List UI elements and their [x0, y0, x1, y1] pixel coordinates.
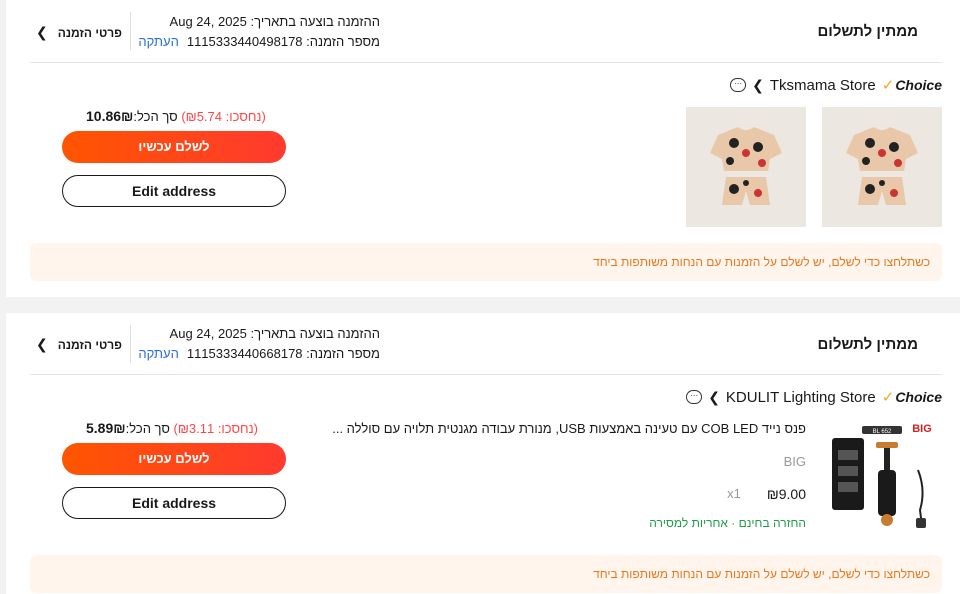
date-label: ההזמנה בוצעה בתאריך: — [250, 14, 380, 29]
order-details-link[interactable]: ❮ פרטי הזמנה — [36, 24, 122, 41]
order-number: 1115333440668178 — [186, 346, 303, 361]
choice-label: Choice — [895, 77, 942, 93]
store-row[interactable]: ··· ❮ Tksmama Store ✓ Choice — [730, 76, 942, 94]
order-number: 1115333440498178 — [186, 34, 303, 49]
order-number-label: מספר הזמנה: — [306, 346, 380, 361]
chat-icon[interactable]: ··· — [686, 390, 703, 404]
store-row[interactable]: ··· ❮ KDULIT Lighting Store ✓ Choice — [686, 388, 942, 406]
order-card: ממתין לתשלום ההזמנה בוצעה בתאריך: Aug 24… — [6, 313, 960, 594]
product-quantity: x1 — [727, 486, 741, 501]
product-price: ₪9.00 — [766, 486, 806, 502]
total-amount: 10.86₪ — [86, 108, 134, 124]
choice-badge: ✓ Choice — [882, 388, 942, 406]
saved-amount: (נחסכו: ₪3.11) — [173, 421, 258, 436]
order-number-label: מספר הזמנה: — [306, 34, 380, 49]
total-label: סך הכל: — [133, 109, 178, 124]
combined-payment-notice: כשתלחצו כדי לשלם, יש לשלם על הזמנות עם ה… — [30, 555, 942, 593]
image-model: BL 652 — [873, 429, 892, 435]
product-thumbnail[interactable] — [686, 107, 806, 227]
order-details-label: פרטי הזמנה — [57, 337, 122, 352]
product-variant: BIG — [783, 454, 806, 469]
order-number-line: מספר הזמנה: 1115333440668178 העתקה — [138, 344, 380, 364]
order-total: (נחסכו: ₪5.74) סך הכל:10.86₪ — [86, 108, 266, 124]
copy-button[interactable]: העתקה — [138, 34, 178, 49]
edit-address-button[interactable]: Edit address — [62, 487, 286, 519]
combined-payment-notice: כשתלחצו כדי לשלם, יש לשלם על הזמנות עם ה… — [30, 243, 942, 281]
product-thumbnail[interactable]: BIG BL 652 — [826, 420, 942, 536]
check-icon: ✓ — [881, 77, 895, 94]
chevron-left-icon: ❮ — [36, 24, 48, 40]
separator — [30, 62, 942, 63]
order-date: Aug 24, 2025 — [169, 326, 247, 341]
image-badge: BIG — [912, 423, 932, 435]
product-title[interactable]: פנס נייד COB LED עם טעינה באמצעות USB, מ… — [326, 421, 806, 436]
copy-button[interactable]: העתקה — [138, 346, 178, 361]
order-meta: ההזמנה בוצעה בתאריך: Aug 24, 2025 מספר ה… — [138, 324, 380, 364]
order-card: ממתין לתשלום ההזמנה בוצעה בתאריך: Aug 24… — [6, 0, 960, 297]
header-divider — [130, 325, 131, 363]
order-date-line: ההזמנה בוצעה בתאריך: Aug 24, 2025 — [138, 12, 380, 32]
total-label: סך הכל: — [125, 421, 170, 436]
product-thumbnail[interactable] — [822, 107, 942, 227]
store-name[interactable]: KDULIT Lighting Store — [726, 389, 876, 406]
order-number-line: מספר הזמנה: 1115333440498178 העתקה — [138, 32, 380, 52]
pay-now-button[interactable]: לשלם עכשיו — [62, 443, 286, 475]
check-icon: ✓ — [881, 389, 895, 406]
separator — [30, 374, 942, 375]
edit-address-button[interactable]: Edit address — [62, 175, 286, 207]
header-divider — [130, 12, 131, 50]
saved-amount: (נחסכו: ₪5.74) — [181, 109, 266, 124]
order-meta: ההזמנה בוצעה בתאריך: Aug 24, 2025 מספר ה… — [138, 12, 380, 52]
order-status: ממתין לתשלום — [817, 336, 919, 353]
store-name[interactable]: Tksmama Store — [770, 77, 876, 94]
kids-outfit-image — [822, 107, 942, 227]
choice-label: Choice — [895, 389, 942, 405]
chevron-left-icon: ❮ — [36, 336, 48, 352]
total-amount: 5.89₪ — [86, 420, 126, 436]
chevron-left-icon: ❮ — [708, 388, 720, 405]
choice-badge: ✓ Choice — [882, 76, 942, 94]
date-label: ההזמנה בוצעה בתאריך: — [250, 326, 380, 341]
order-details-link[interactable]: ❮ פרטי הזמנה — [36, 336, 122, 353]
chat-icon[interactable]: ··· — [730, 78, 747, 92]
order-date-line: ההזמנה בוצעה בתאריך: Aug 24, 2025 — [138, 324, 380, 344]
pay-now-button[interactable]: לשלם עכשיו — [62, 131, 286, 163]
order-details-label: פרטי הזמנה — [57, 25, 122, 40]
flashlight-image: BIG BL 652 — [826, 420, 942, 536]
product-features: החזרה בחינם · אחריות למסירה — [649, 516, 806, 530]
product-price-row: ₪9.00 x1 — [727, 486, 806, 502]
order-date: Aug 24, 2025 — [169, 14, 247, 29]
order-status: ממתין לתשלום — [817, 23, 919, 40]
kids-outfit-image — [686, 107, 806, 227]
order-total: (נחסכו: ₪3.11) סך הכל:5.89₪ — [86, 420, 258, 436]
chevron-left-icon: ❮ — [752, 76, 764, 93]
